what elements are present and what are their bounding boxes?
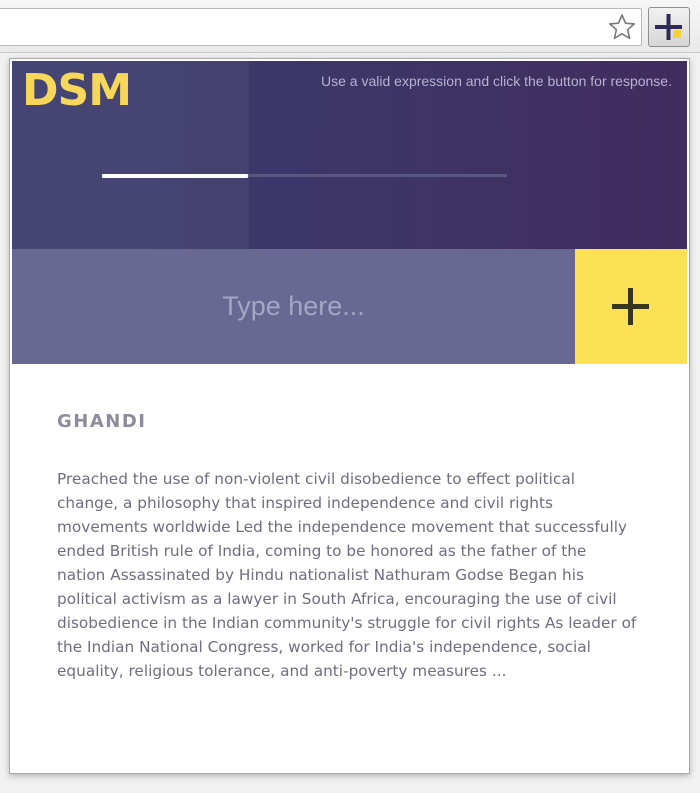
extension-popup: DSM Use a valid expression and click the… [9,58,690,774]
star-outline-icon[interactable] [607,12,637,42]
progress-bar [102,173,507,178]
address-bar[interactable] [0,8,642,46]
progress-fill [102,173,248,178]
app-logo: DSM [22,65,132,116]
result-title: GHANDI [57,411,147,432]
extension-button[interactable] [648,7,690,47]
popup-header: DSM Use a valid expression and click the… [12,61,687,249]
result-description: Preached the use of non-violent civil di… [57,470,637,680]
browser-toolbar [0,0,700,53]
submit-button[interactable] [575,249,687,364]
hint-text: Use a valid expression and click the but… [321,73,672,89]
input-row [12,249,687,364]
expression-input[interactable] [12,249,575,364]
